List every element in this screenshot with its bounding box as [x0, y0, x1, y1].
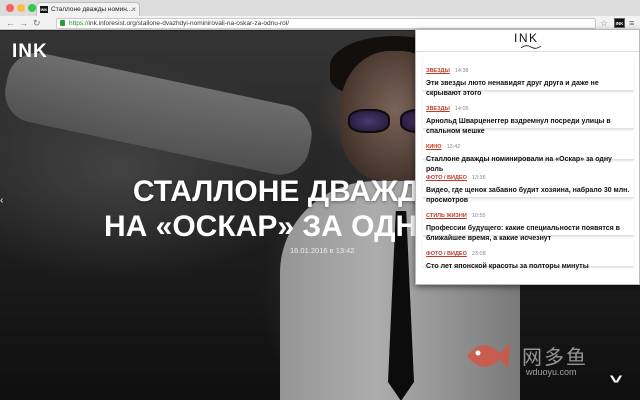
forward-arrow-icon[interactable]: → — [19, 17, 28, 29]
news-item[interactable]: Звезды 14:38 Эти звезды люто ненавидят др… — [423, 56, 634, 97]
news-category[interactable]: Звезды — [426, 68, 450, 74]
close-window-button[interactable] — [6, 4, 14, 12]
news-time: 10:55 — [471, 213, 486, 219]
url-scheme: https:// — [69, 20, 89, 27]
watermark-cn-text: 网多鱼 — [522, 347, 588, 369]
news-list: Звезды 14:38 Эти звезды люто ненавидят др… — [423, 56, 634, 270]
news-category[interactable]: Стиль жизни — [426, 213, 467, 219]
news-time: 14:05 — [454, 106, 469, 112]
news-item[interactable]: Звезды 14:05 Арнольд Шварценеггер вздремн… — [423, 94, 634, 135]
news-category[interactable]: Фото / Видео — [426, 175, 467, 181]
reload-icon[interactable]: ↻ — [33, 17, 41, 29]
browser-tab[interactable]: INK Сталлоне дважды номин... × — [36, 2, 140, 16]
news-time: 13:42 — [446, 144, 461, 150]
news-category[interactable]: Кино — [426, 144, 442, 150]
popup-header: INK — [416, 30, 639, 52]
news-category[interactable]: Фото / Видео — [426, 251, 467, 257]
watermark-site-text: wduoyu.com — [526, 367, 577, 377]
news-title[interactable]: Сто лет японской красоты за полторы мину… — [426, 262, 631, 272]
browser-menu-icon[interactable]: ≡ — [629, 17, 634, 29]
back-arrow-icon[interactable]: ← — [6, 17, 15, 29]
minimize-window-button[interactable] — [17, 4, 25, 12]
address-bar[interactable]: https://ink.inforesist.org/stallone-dvaz… — [56, 18, 596, 29]
logo-squiggle-icon — [520, 45, 542, 49]
site-logo[interactable]: INK — [12, 41, 48, 63]
news-time: 23:08 — [471, 251, 486, 257]
news-category[interactable]: Звезды — [426, 106, 450, 112]
tab-title: Сталлоне дважды номин... — [51, 6, 133, 13]
ink-favicon-icon: INK — [40, 6, 48, 13]
url-path: ink.inforesist.org/stallone-dvazhdyi-nom… — [88, 20, 290, 27]
close-tab-icon[interactable]: × — [131, 3, 136, 16]
ink-extension-popup: INK Звезды 14:38 Эти звезды люто ненавидя… — [415, 29, 640, 285]
news-item[interactable]: Кино 13:42 Сталлоне дважды номинировали н… — [423, 132, 634, 173]
news-time: 14:38 — [454, 68, 469, 74]
browser-toolbar: ← → ↻ https://ink.inforesist.org/stallon… — [0, 16, 640, 30]
prev-article-icon[interactable]: ‹ — [0, 195, 3, 206]
maximize-window-button[interactable] — [28, 4, 36, 12]
scroll-down-chevron-icon[interactable]: ˅ — [610, 371, 623, 387]
article-date: 16.01.2016 в 13:42 — [290, 246, 355, 255]
news-item[interactable]: Стиль жизни 10:55 Профессии будущего: как… — [423, 201, 634, 242]
news-time: 13:36 — [471, 175, 486, 181]
fish-watermark-icon — [467, 343, 510, 369]
article-headline-line2: НА «ОСКАР» ЗА ОДН — [104, 210, 418, 243]
bookmark-star-icon[interactable]: ☆ — [600, 17, 608, 29]
news-item[interactable]: Фото / Видео 13:36 Видео, где щенок забав… — [423, 163, 634, 204]
popup-logo[interactable]: INK — [514, 31, 539, 45]
news-item[interactable]: Фото / Видео 23:08 Сто лет японской красо… — [423, 239, 634, 270]
ink-extension-button[interactable]: INK — [614, 18, 625, 28]
secure-lock-icon — [60, 20, 65, 26]
browser-tab-bar: INK Сталлоне дважды номин... × — [0, 0, 640, 16]
